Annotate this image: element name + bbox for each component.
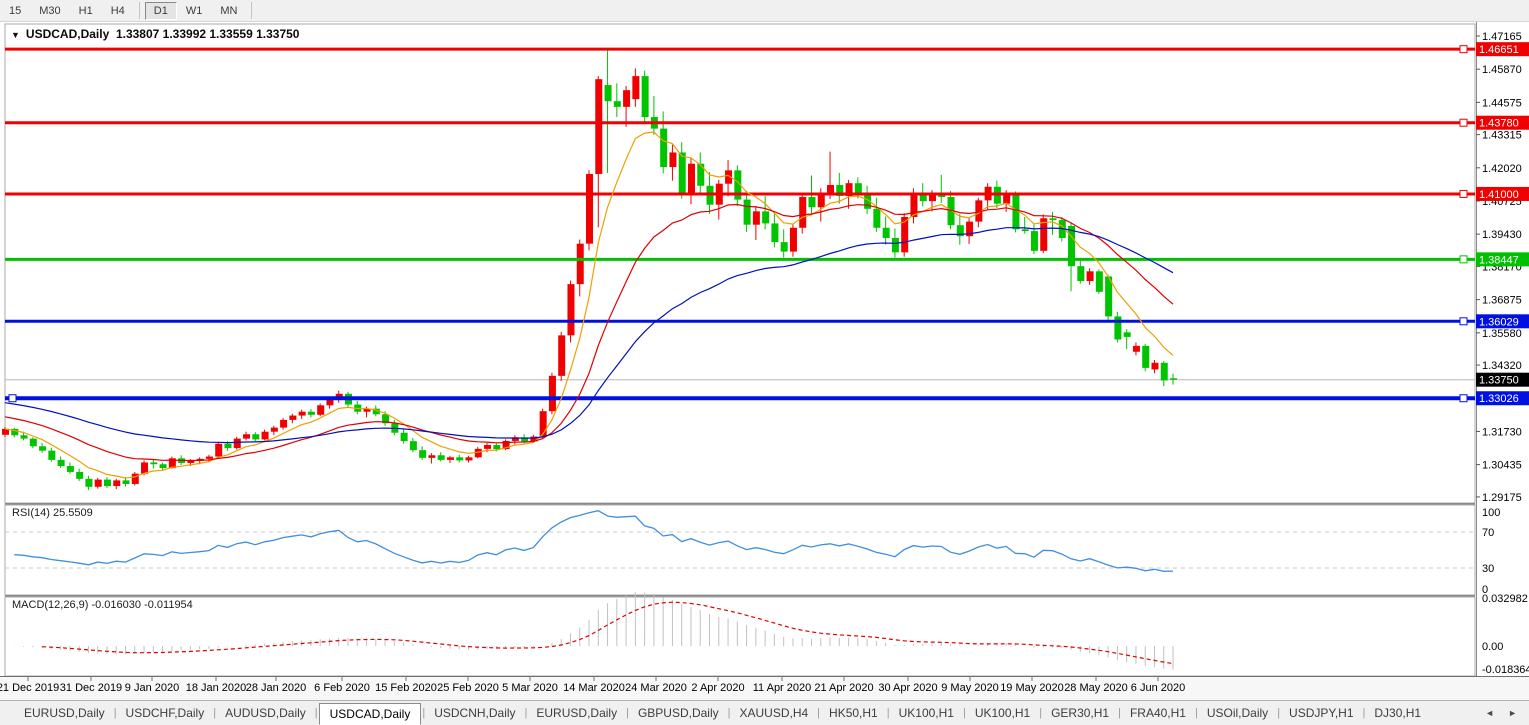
scroll-left-icon[interactable]: ◄: [1485, 708, 1494, 718]
chart-tab-bar: EURUSD,Daily|USDCHF,Daily|AUDUSD,Daily|U…: [0, 700, 1529, 725]
price-axis-label: 1.31730: [1482, 426, 1522, 438]
rsi-axis-label: 70: [1482, 527, 1494, 539]
hline-handle[interactable]: [1460, 190, 1467, 197]
macd-axis-label: 0.032982: [1482, 593, 1528, 605]
rsi-axis-label: 30: [1482, 563, 1494, 575]
tab-scroll-arrows: ◄►: [1485, 708, 1529, 718]
toolbar-separator: [251, 2, 252, 19]
date-label: 6 Feb 2020: [314, 682, 370, 694]
tab-usoil-daily[interactable]: USOil,Daily: [1199, 703, 1276, 723]
toolbar-separator: [139, 2, 140, 19]
date-label: 21 Apr 2020: [814, 682, 873, 694]
rsi-panel: [5, 505, 1475, 595]
tab-audusd-daily[interactable]: AUDUSD,Daily: [217, 703, 314, 723]
macd-axis-label: 0.00: [1482, 641, 1503, 653]
tab-uk100-h1[interactable]: UK100,H1: [891, 703, 962, 723]
price-axis-label: 1.42020: [1482, 163, 1522, 175]
hline-handle[interactable]: [1460, 318, 1467, 325]
date-label: 9 May 2020: [941, 682, 998, 694]
price-badge-label: 1.33026: [1479, 393, 1519, 405]
tab-gbpusd-daily[interactable]: GBPUSD,Daily: [630, 703, 727, 723]
price-badge-label: 1.36029: [1479, 316, 1519, 328]
timeframe-button-h1[interactable]: H1: [70, 2, 102, 20]
hline-handle[interactable]: [1460, 119, 1467, 126]
date-label: 18 Jan 2020: [186, 682, 247, 694]
price-axis-label: 1.39430: [1482, 229, 1522, 241]
trading-terminal-window: 15M30H1H4 D1W1MN 1.47165 1.45870 1.44575 1.4…: [0, 0, 1529, 725]
date-label: 5 Mar 2020: [502, 682, 558, 694]
price-badge-label: 1.33750: [1479, 375, 1519, 387]
rsi-axis-label: 100: [1482, 507, 1500, 519]
hline-handle[interactable]: [1460, 256, 1467, 263]
date-label: 28 May 2020: [1064, 682, 1128, 694]
date-label: 2 Apr 2020: [691, 682, 744, 694]
symbol-title: USDCAD,Daily: [26, 27, 109, 41]
tab-xauusd-h4[interactable]: XAUUSD,H4: [731, 703, 816, 723]
timeframe-button-mn[interactable]: MN: [211, 2, 246, 20]
date-label: 25 Feb 2020: [437, 682, 499, 694]
price-axis-label: 1.43315: [1482, 130, 1522, 142]
price-axis-label: 1.29175: [1482, 492, 1522, 504]
date-label: 11 Apr 2020: [753, 682, 812, 694]
date-label: 6 Jun 2020: [1131, 682, 1185, 694]
date-label: 9 Jan 2020: [125, 682, 179, 694]
macd-indicator-label: MACD(12,26,9) -0.016030 -0.011954: [12, 599, 193, 611]
tab-usdjpy-h1[interactable]: USDJPY,H1: [1281, 703, 1361, 723]
tab-usdchf-daily[interactable]: USDCHF,Daily: [118, 703, 213, 723]
price-badge-label: 1.38447: [1479, 254, 1519, 266]
price-badge-label: 1.41000: [1479, 189, 1519, 201]
tab-dj30-h1[interactable]: DJ30,H1: [1366, 703, 1429, 723]
price-axis-label: 1.35580: [1482, 328, 1522, 340]
timeframe-button-15[interactable]: 15: [0, 2, 30, 20]
price-axis-label: 1.44575: [1482, 97, 1522, 109]
main-price-panel: [5, 24, 1475, 503]
date-label: 15 Feb 2020: [375, 682, 437, 694]
price-badge-label: 1.43780: [1479, 118, 1519, 130]
date-label: 21 Dec 2019: [0, 682, 59, 694]
date-label: 31 Dec 2019: [60, 682, 122, 694]
price-axis-label: 1.34320: [1482, 360, 1522, 372]
timeframe-button-h4[interactable]: H4: [102, 2, 134, 20]
price-badge-label: 1.46651: [1479, 44, 1519, 56]
tab-usdcad-daily[interactable]: USDCAD,Daily: [319, 703, 422, 725]
timeframe-button-w1[interactable]: W1: [177, 2, 212, 20]
hline-handle[interactable]: [1460, 395, 1467, 402]
price-axis-label: 1.36875: [1482, 295, 1522, 307]
date-label: 24 Mar 2020: [625, 682, 687, 694]
rsi-indicator-label: RSI(14) 25.5509: [12, 507, 93, 519]
scroll-right-icon[interactable]: ►: [1508, 708, 1517, 718]
date-label: 30 Apr 2020: [878, 682, 937, 694]
tab-usdcnh-daily[interactable]: USDCNH,Daily: [426, 703, 523, 723]
date-label: 19 May 2020: [1000, 682, 1064, 694]
macd-panel: [5, 597, 1475, 676]
price-axis-label: 1.30435: [1482, 460, 1522, 472]
chart-canvas[interactable]: 1.471651.458701.445751.433151.420201.407…: [0, 22, 1529, 700]
hline-handle[interactable]: [1460, 46, 1467, 53]
tab-hk50-h1[interactable]: HK50,H1: [821, 703, 886, 723]
tab-eurusd-daily[interactable]: EURUSD,Daily: [528, 703, 625, 723]
price-axis-label: 1.45870: [1482, 64, 1522, 76]
macd-axis-label: -0.018364: [1482, 664, 1529, 676]
dropdown-arrow-icon[interactable]: ▼: [11, 30, 20, 40]
date-label: 28 Jan 2020: [246, 682, 307, 694]
tab-eurusd-daily[interactable]: EURUSD,Daily: [16, 703, 113, 723]
tab-uk100-h1[interactable]: UK100,H1: [967, 703, 1038, 723]
timeframe-button-m30[interactable]: M30: [30, 2, 69, 20]
timeframe-button-d1[interactable]: D1: [145, 2, 177, 20]
tab-ger30-h1[interactable]: GER30,H1: [1043, 703, 1117, 723]
chart-title: ▼ USDCAD,Daily 1.33807 1.33992 1.33559 1.…: [11, 27, 299, 41]
hline-handle[interactable]: [9, 395, 16, 402]
ohlc-values: 1.33807 1.33992 1.33559 1.33750: [116, 27, 300, 41]
price-axis-label: 1.47165: [1482, 31, 1522, 43]
date-label: 14 Mar 2020: [563, 682, 625, 694]
timeframe-toolbar: 15M30H1H4 D1W1MN: [0, 0, 1529, 22]
tab-fra40-h1[interactable]: FRA40,H1: [1122, 703, 1194, 723]
